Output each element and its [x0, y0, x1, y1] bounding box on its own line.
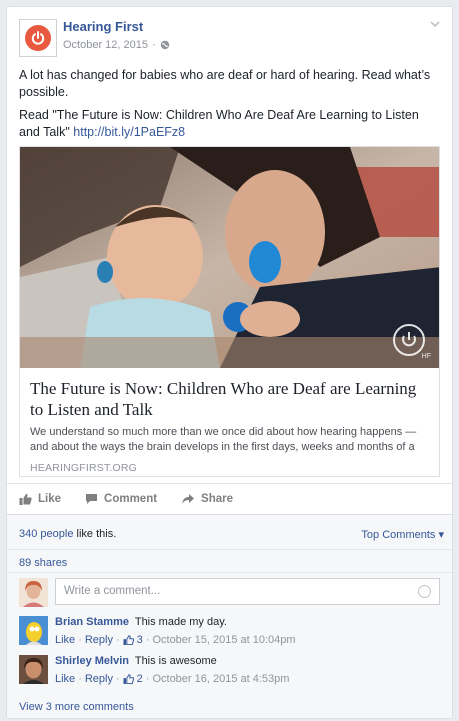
globe-icon — [160, 40, 169, 50]
comment-label: Comment — [104, 493, 158, 505]
post-card: Hearing First October 12, 2015 · A lot h… — [6, 6, 453, 719]
meta-separator: · — [152, 39, 156, 51]
thumbs-up-icon — [123, 635, 134, 645]
comment-timestamp[interactable]: October 15, 2015 at 10:04pm — [152, 634, 295, 646]
link-preview-domain: HEARINGFIRST.ORG — [30, 462, 138, 474]
thumbs-up-icon — [123, 674, 134, 684]
comment-like-link[interactable]: Like — [55, 673, 75, 685]
action-bar: Like Comment Share — [19, 485, 440, 513]
emoji-icon[interactable] — [418, 585, 431, 598]
current-user-avatar[interactable] — [19, 578, 48, 607]
comment-input-placeholder: Write a comment... — [64, 585, 161, 597]
meta-dot: · — [145, 634, 150, 646]
like-button[interactable]: Like — [19, 493, 61, 505]
link-preview-image[interactable]: HF — [20, 147, 439, 368]
comment-item: Brian Stamme This made my day. Like · Re… — [19, 616, 439, 650]
post-text-line2: Read "The Future is Now: Children Who Ar… — [19, 107, 440, 141]
power-icon — [31, 31, 45, 45]
image-watermark: HF — [421, 353, 431, 360]
comment-input[interactable]: Write a comment... — [55, 578, 440, 605]
chevron-down-icon[interactable] — [428, 17, 442, 31]
comment-meta: Like · Reply · 3 · October 15, 2015 at 1… — [55, 634, 296, 646]
comment-item: Shirley Melvin This is awesome Like · Re… — [19, 655, 439, 689]
meta-dot: · — [115, 673, 120, 685]
page-name-link[interactable]: Hearing First — [63, 19, 143, 34]
comment-reply-link[interactable]: Reply — [85, 634, 113, 646]
link-preview-card[interactable]: HF The Future is Now: Children Who are D… — [19, 146, 440, 477]
comment-author[interactable]: Brian Stamme — [55, 616, 129, 628]
link-preview-description: We understand so much more than we once … — [30, 426, 417, 453]
post-meta: October 12, 2015 · — [63, 39, 170, 51]
likes-summary: 340 people like this. — [19, 528, 116, 540]
share-label: Share — [201, 493, 234, 505]
comment-like-link[interactable]: Like — [55, 634, 75, 646]
like-label: Like — [38, 493, 62, 505]
meta-dot: · — [115, 634, 120, 646]
comment-like-count[interactable]: 3 — [137, 634, 143, 646]
meta-dot: · — [78, 673, 82, 685]
comment-timestamp[interactable]: October 16, 2015 at 4:53pm — [152, 673, 289, 685]
hearing-first-logo — [25, 25, 51, 51]
comment-text: Brian Stamme This made my day. — [55, 616, 227, 628]
divider — [7, 549, 452, 550]
meta-dot: · — [78, 634, 82, 646]
post-short-link[interactable]: http://bit.ly/1PaEFz8 — [73, 125, 185, 139]
engagement-section: 340 people like this. Top Comments ▾ 89 … — [7, 514, 452, 718]
post-text: A lot has changed for babies who are dea… — [7, 67, 452, 141]
comment-bubble-icon — [86, 494, 98, 504]
divider — [7, 483, 452, 484]
divider — [7, 514, 452, 515]
link-preview-body: The Future is Now: Children Who are Deaf… — [20, 368, 439, 474]
comment-body: This made my day. — [134, 616, 227, 628]
comment-text: Shirley Melvin This is awesome — [55, 655, 217, 667]
top-comments-label: Top Comments — [361, 529, 436, 541]
comment-author[interactable]: Shirley Melvin — [55, 655, 129, 667]
page-avatar[interactable] — [19, 19, 57, 57]
divider — [7, 572, 452, 573]
share-arrow-icon — [182, 494, 195, 504]
post-header: Hearing First October 12, 2015 · — [7, 7, 452, 59]
caret-down-icon: ▾ — [438, 529, 444, 541]
comment-like-count[interactable]: 2 — [137, 673, 143, 685]
likes-suffix: like this. — [76, 528, 117, 540]
meta-dot: · — [145, 673, 150, 685]
comment-meta: Like · Reply · 2 · October 16, 2015 at 4… — [55, 673, 289, 685]
commenter-avatar[interactable] — [19, 616, 48, 645]
likes-count-link[interactable]: 340 people — [19, 528, 73, 540]
thumbs-up-icon — [19, 493, 32, 505]
shares-count-link[interactable]: 89 shares — [19, 557, 67, 569]
link-preview-title[interactable]: The Future is Now: Children Who are Deaf… — [30, 378, 429, 420]
view-more-comments-link[interactable]: View 3 more comments — [19, 701, 134, 713]
top-comments-dropdown[interactable]: Top Comments ▾ — [361, 528, 444, 541]
commenter-avatar[interactable] — [19, 655, 48, 684]
share-button[interactable]: Share — [181, 493, 233, 505]
post-date[interactable]: October 12, 2015 — [63, 39, 148, 51]
comment-button[interactable]: Comment — [85, 493, 157, 505]
family-photo — [20, 147, 439, 368]
comment-reply-link[interactable]: Reply — [85, 673, 113, 685]
comment-body: This is awesome — [134, 655, 217, 667]
post-text-line1: A lot has changed for babies who are dea… — [19, 68, 431, 99]
